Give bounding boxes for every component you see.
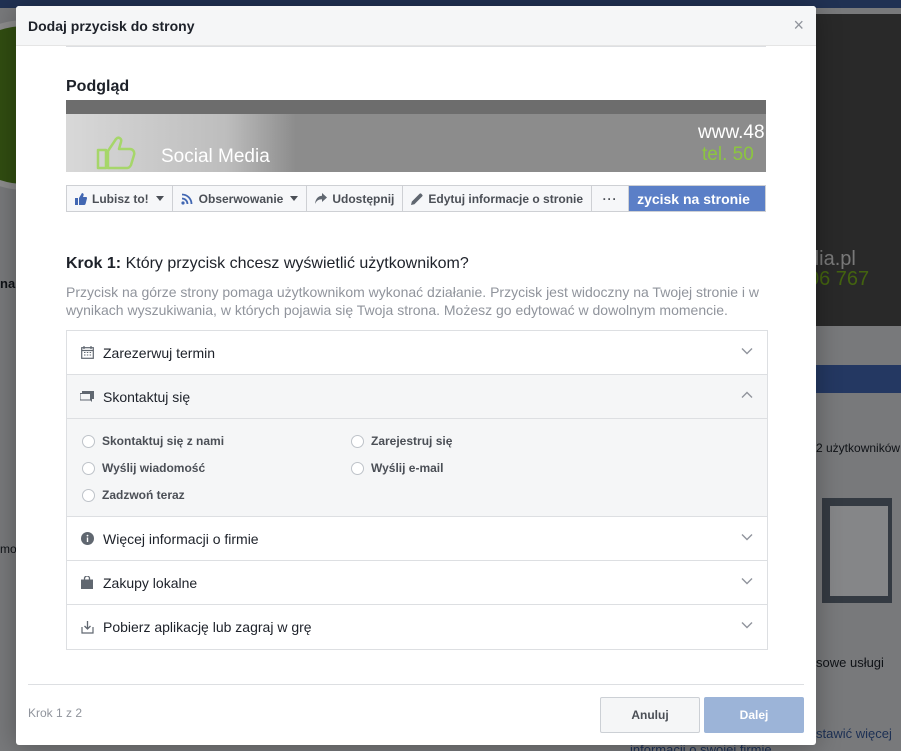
chevron-down-icon <box>741 578 753 585</box>
accordion-item-learn-more[interactable]: Więcej informacji o firmie <box>67 517 767 561</box>
follow-button[interactable]: Obserwowanie <box>173 186 308 211</box>
info-icon <box>80 532 94 546</box>
accordion-item-label: Zakupy lokalne <box>103 574 198 591</box>
thumbs-up-icon <box>75 192 87 205</box>
option-label: Wyślij wiadomość <box>102 461 206 475</box>
pencil-icon <box>411 192 423 205</box>
radio-button[interactable] <box>351 434 364 448</box>
accordion-item-label: Skontaktuj się <box>103 388 191 405</box>
radio-send-email[interactable]: Wyślij e-mail <box>351 461 443 475</box>
accordion-item-label: Więcej informacji o firmie <box>103 530 259 547</box>
radio-button[interactable] <box>82 488 95 502</box>
follow-label: Obserwowanie <box>198 191 284 206</box>
radio-call-now[interactable]: Zadzwoń teraz <box>82 488 185 502</box>
divider <box>66 46 766 47</box>
radio-sign-up[interactable]: Zarejestruj się <box>351 434 452 448</box>
accordion-item-download[interactable]: Pobierz aplikację lub zagraj w grę <box>67 605 767 649</box>
page-action-bar: Lubisz to! Obserwowanie Udostępnij Edytu… <box>66 185 766 212</box>
chevron-up-icon <box>741 391 753 398</box>
cover-url-text: www.48 <box>698 122 765 143</box>
accordion-item-shop[interactable]: Zakupy lokalne <box>67 561 767 605</box>
radio-button[interactable] <box>82 461 95 475</box>
add-button-dialog: Dodaj przycisk do strony × Podgląd Socia… <box>16 6 816 745</box>
page-button-preview: zycisk na stronie <box>629 186 765 211</box>
cover-brand-text: Social Media <box>161 146 270 167</box>
more-options-button[interactable]: ··· <box>592 186 630 211</box>
step-heading: Krok 1: Który przycisk chcesz wyświetlić… <box>66 255 469 273</box>
radio-button[interactable] <box>351 461 364 475</box>
step-counter: Krok 1 z 2 <box>28 706 83 720</box>
radio-button[interactable] <box>82 434 95 448</box>
step-number: Krok 1: <box>66 255 122 272</box>
button-category-accordion: Zarezerwuj termin Skontaktuj się Skontak… <box>66 330 768 650</box>
step-description: Przycisk na górze strony pomaga użytkown… <box>66 284 760 318</box>
chevron-down-icon <box>290 196 299 201</box>
radio-contact-us[interactable]: Skontaktuj się z nami <box>82 434 224 448</box>
option-label: Zarejestruj się <box>371 434 453 448</box>
contact-options-panel: Skontaktuj się z nami Zarejestruj się Wy… <box>67 419 767 517</box>
calendar-icon <box>80 346 94 360</box>
next-button[interactable]: Dalej <box>704 697 804 733</box>
download-icon <box>80 620 94 634</box>
accordion-item-label: Pobierz aplikację lub zagraj w grę <box>103 619 312 635</box>
chevron-down-icon <box>741 348 753 355</box>
like-button[interactable]: Lubisz to! <box>67 186 173 211</box>
cover-preview: Social Media www.48 tel. 50 <box>66 100 766 172</box>
step-question: Który przycisk chcesz wyświetlić użytkow… <box>121 255 469 272</box>
chevron-down-icon <box>741 622 753 629</box>
chat-icon <box>80 390 94 404</box>
cancel-button[interactable]: Anuluj <box>600 697 700 733</box>
preview-heading: Podgląd <box>66 78 130 95</box>
rss-icon <box>181 193 193 205</box>
shopping-bag-icon <box>80 576 94 590</box>
option-label: Zadzwoń teraz <box>102 488 185 502</box>
like-label: Lubisz to! <box>92 191 149 206</box>
dialog-title: Dodaj przycisk do strony <box>28 18 195 34</box>
chevron-down-icon <box>741 534 753 541</box>
option-label: Wyślij e-mail <box>371 461 444 475</box>
share-label: Udostępnij <box>332 191 395 206</box>
edit-page-info-label: Edytuj informacje o stronie <box>428 191 584 206</box>
share-arrow-icon <box>315 193 328 204</box>
option-label: Skontaktuj się z nami <box>102 434 225 448</box>
accordion-item-contact[interactable]: Skontaktuj się <box>67 375 767 419</box>
accordion-item-label: Zarezerwuj termin <box>103 344 216 361</box>
accordion-item-book[interactable]: Zarezerwuj termin <box>67 331 767 375</box>
close-icon[interactable]: × <box>793 16 804 34</box>
footer-divider <box>28 684 804 685</box>
thumbs-up-logo-icon <box>96 136 136 170</box>
share-button[interactable]: Udostępnij <box>307 186 404 211</box>
cover-tel-text: tel. 50 <box>702 144 754 165</box>
dialog-header: Dodaj przycisk do strony × <box>16 6 816 46</box>
chevron-down-icon <box>155 196 164 201</box>
edit-page-info-button[interactable]: Edytuj informacje o stronie <box>403 186 593 211</box>
cover-top-strip <box>66 100 766 114</box>
radio-send-message[interactable]: Wyślij wiadomość <box>82 461 205 475</box>
